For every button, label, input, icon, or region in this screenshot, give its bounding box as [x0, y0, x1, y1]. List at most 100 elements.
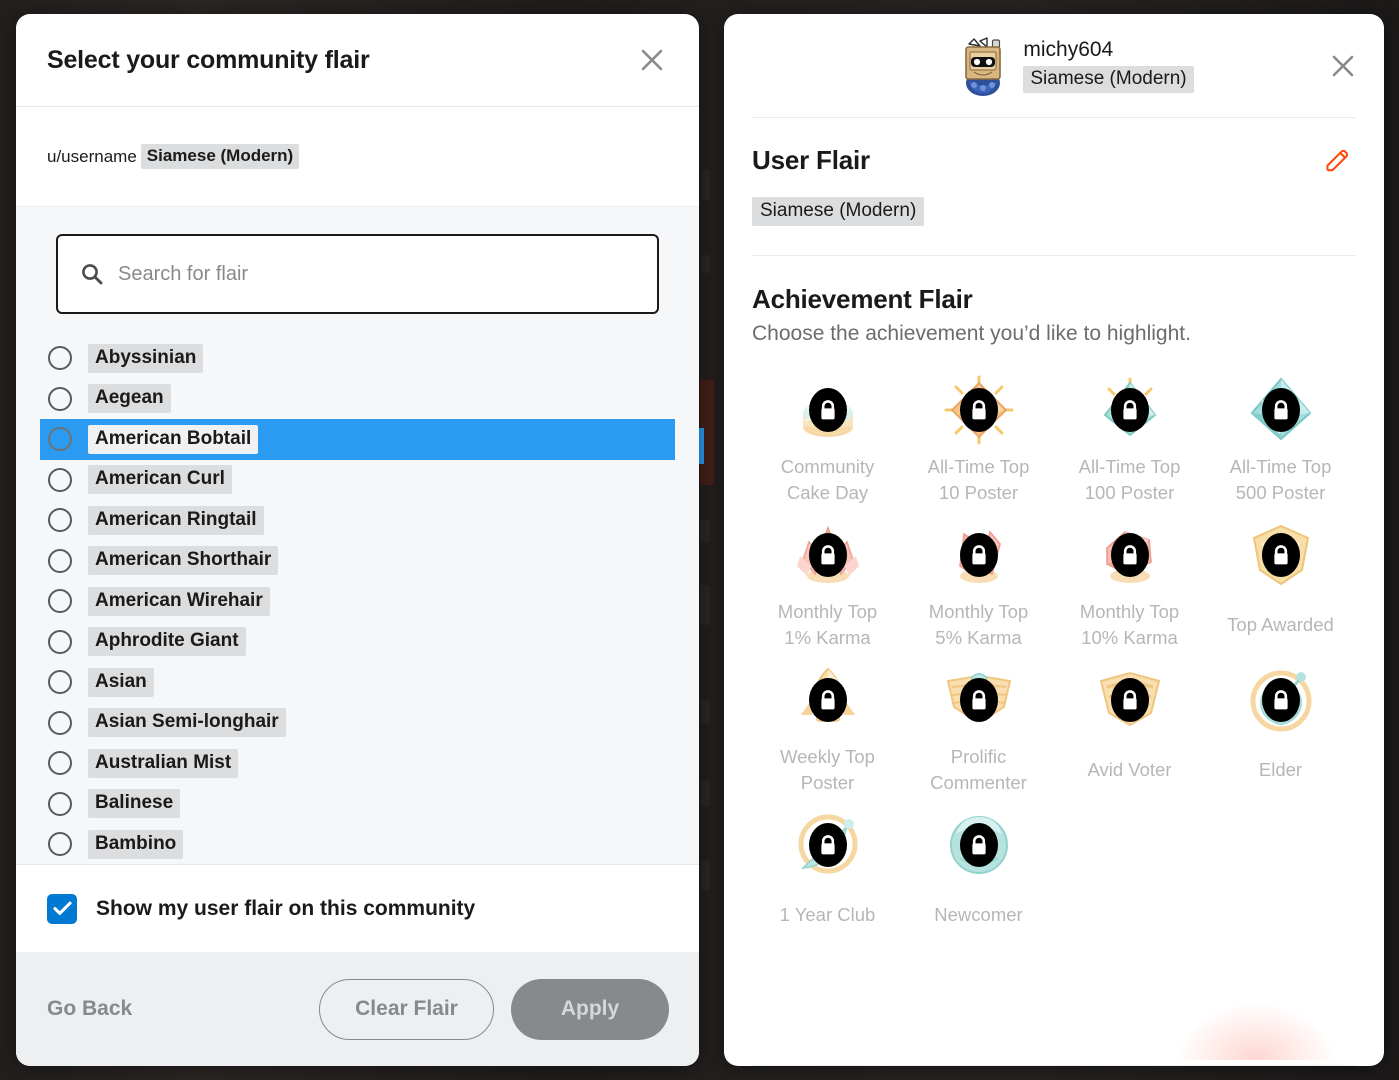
flair-option-row[interactable]: Aegean [40, 379, 675, 420]
flair-preview-row: u/username Siamese (Modern) [16, 107, 699, 206]
flair-option-label: Bambino [88, 829, 184, 859]
flair-option-row[interactable]: Abyssinian [40, 338, 675, 379]
flair-option-label: Aegean [88, 384, 171, 414]
flair-option-row[interactable]: American Bobtail [40, 419, 675, 460]
crystal-pink-3-icon [1093, 518, 1167, 592]
flair-radio-button[interactable] [48, 629, 72, 654]
rocket-icon [791, 663, 865, 737]
header-flair-tag: Siamese (Modern) [1023, 66, 1194, 93]
flair-option-row[interactable]: Bambino [40, 824, 675, 864]
achievement-label: Monthly Top 10% Karma [1079, 601, 1180, 648]
flair-option-label: Australian Mist [88, 748, 239, 778]
flair-radio-button[interactable] [48, 386, 72, 411]
flair-option-row[interactable]: Asian [40, 662, 675, 703]
achievement-label: 1 Year Club [779, 903, 876, 925]
lock-icon [808, 533, 847, 577]
search-box[interactable] [56, 234, 659, 314]
achievement-item[interactable]: Top Awarded [1205, 518, 1356, 650]
flair-option-label: Aphrodite Giant [88, 627, 246, 657]
achievement-label: All-Time Top 100 Poster [1078, 456, 1181, 503]
lock-icon [959, 388, 998, 432]
lock-icon [1110, 533, 1149, 577]
show-flair-checkbox-row[interactable]: Show my user flair on this community [16, 864, 699, 952]
page-title: Select your community flair [47, 45, 370, 74]
flair-radio-button[interactable] [48, 346, 72, 371]
go-back-button[interactable]: Go Back [47, 997, 319, 1021]
comet-icon [791, 808, 865, 882]
lock-icon [1261, 678, 1300, 722]
flair-radio-button[interactable] [48, 548, 72, 573]
achievement-flair-title: Achievement Flair [752, 284, 973, 314]
sphere-icon [942, 808, 1016, 882]
flair-option-row[interactable]: American Shorthair [40, 541, 675, 582]
flair-picker-body: Abyssinian Aegean American Bobtail American… [16, 206, 699, 864]
lock-icon [1110, 388, 1149, 432]
lock-icon [1261, 388, 1300, 432]
lock-icon [1261, 533, 1300, 577]
achievement-label: Newcomer [934, 903, 1023, 925]
achievement-item[interactable]: Avid Voter [1054, 663, 1205, 795]
flair-option-row[interactable]: Asian Semi-longhair [40, 703, 675, 744]
flair-radio-button[interactable] [48, 670, 72, 695]
modal-footer: Go Back Clear Flair Apply [16, 952, 699, 1066]
lock-icon [959, 533, 998, 577]
achievement-label: Prolific Commenter [930, 746, 1027, 793]
flair-option-label: American Curl [88, 465, 232, 495]
show-flair-checkbox[interactable] [47, 893, 77, 924]
achievement-item[interactable]: All-Time Top 100 Poster [1054, 373, 1205, 505]
shield-gold-icon [1244, 518, 1318, 592]
flair-option-row[interactable]: Australian Mist [40, 743, 675, 784]
avatar [956, 35, 1010, 97]
close-icon[interactable] [1326, 49, 1360, 83]
close-icon[interactable] [635, 43, 669, 77]
achievement-label: Monthly Top 1% Karma [777, 601, 878, 648]
flair-radio-button[interactable] [48, 589, 72, 614]
search-input[interactable] [118, 262, 638, 286]
flair-option-label: American Shorthair [88, 546, 279, 576]
achievement-item[interactable]: Monthly Top 5% Karma [903, 518, 1054, 650]
lock-icon [808, 823, 847, 867]
flair-radio-button[interactable] [48, 751, 72, 776]
flair-option-row[interactable]: Aphrodite Giant [40, 622, 675, 663]
user-flair-section: User Flair Siamese (Modern) [724, 118, 1384, 255]
achievement-label: All-Time Top 500 Poster [1229, 456, 1332, 503]
achievement-item[interactable]: Prolific Commenter [903, 663, 1054, 795]
apply-button[interactable]: Apply [511, 978, 669, 1040]
lock-icon [1110, 678, 1149, 722]
clear-flair-button[interactable]: Clear Flair [319, 978, 494, 1040]
flair-option-row[interactable]: American Wirehair [40, 581, 675, 622]
flair-radio-button[interactable] [48, 427, 72, 452]
flair-radio-button[interactable] [48, 791, 72, 816]
achievement-item[interactable]: All-Time Top 500 Poster [1205, 373, 1356, 505]
flair-option-row[interactable]: American Ringtail [40, 500, 675, 541]
flair-option-label: Abyssinian [88, 343, 204, 373]
flair-option-label: American Bobtail [88, 424, 259, 454]
show-flair-label: Show my user flair on this community [96, 896, 476, 920]
achievement-item[interactable]: Monthly Top 1% Karma [752, 518, 903, 650]
achievement-item[interactable]: Monthly Top 10% Karma [1054, 518, 1205, 650]
achievement-item[interactable]: Elder [1205, 663, 1356, 795]
flair-option-label: American Wirehair [88, 586, 270, 616]
flair-option-row[interactable]: Balinese [40, 784, 675, 825]
decorative-glow [1176, 1002, 1336, 1060]
flair-radio-button[interactable] [48, 467, 72, 492]
flair-radio-button[interactable] [48, 710, 72, 735]
cake-badge-icon [791, 373, 865, 447]
flair-option-row[interactable]: American Curl [40, 460, 675, 501]
lock-icon [808, 678, 847, 722]
pencil-icon[interactable] [1318, 143, 1356, 181]
achievement-item[interactable]: 1 Year Club [752, 808, 903, 940]
select-community-flair-modal: Select your community flair u/username S… [16, 14, 699, 1066]
flair-option-label: Asian Semi-longhair [88, 708, 286, 738]
achievement-flair-section: Achievement Flair Choose the achievement… [724, 256, 1384, 940]
crystal-pink-2-icon [942, 518, 1016, 592]
flair-radio-button[interactable] [48, 832, 72, 857]
achievement-item[interactable]: Community Cake Day [752, 373, 903, 505]
flair-options-list[interactable]: Abyssinian Aegean American Bobtail American… [40, 338, 675, 864]
wings-icon [942, 663, 1016, 737]
user-flair-title: User Flair [752, 145, 870, 175]
achievement-item[interactable]: All-Time Top 10 Poster [903, 373, 1054, 505]
achievement-item[interactable]: Newcomer [903, 808, 1054, 940]
flair-radio-button[interactable] [48, 508, 72, 533]
achievement-item[interactable]: Weekly Top Poster [752, 663, 903, 795]
